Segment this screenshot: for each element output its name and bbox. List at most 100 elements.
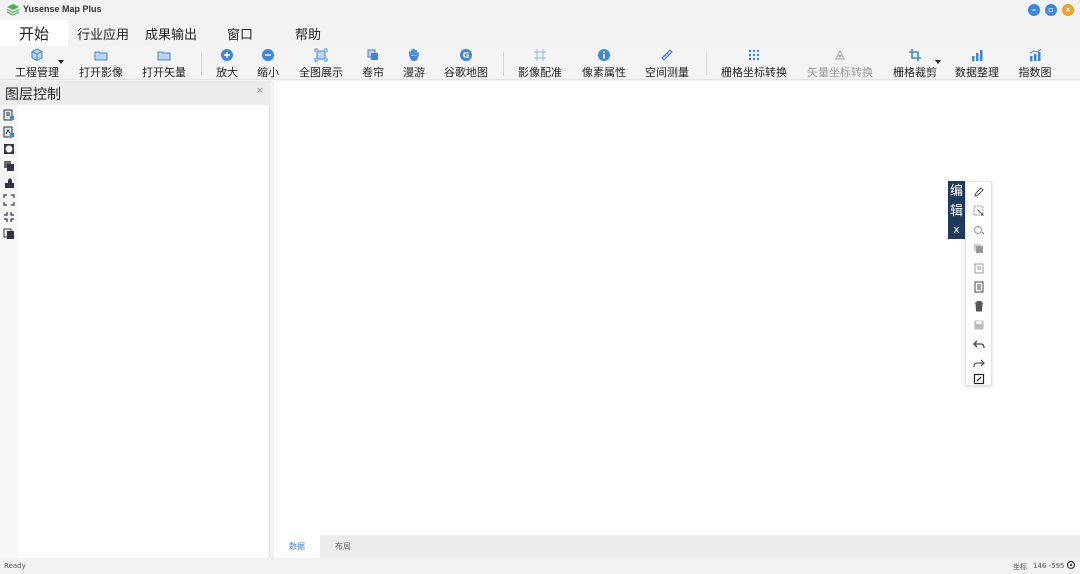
layer-control-panel: 图层控制 ×	[0, 81, 270, 558]
toolbar-divider	[503, 52, 504, 76]
extent-icon[interactable]	[3, 194, 15, 206]
tab-start[interactable]: 开始	[0, 20, 68, 46]
vector-coord-transform-label: 矢量坐标转换	[807, 66, 873, 79]
layers-icon[interactable]	[973, 243, 985, 255]
edit-box-icon[interactable]	[973, 373, 985, 385]
bar-chart-icon	[970, 48, 984, 62]
menu-bar: 开始 行业应用 成果输出 窗口 帮助	[0, 20, 1080, 46]
info-icon	[597, 48, 611, 62]
undo-icon[interactable]	[973, 338, 985, 350]
google-map-icon: G	[459, 48, 473, 62]
title-bar: Yusense Map Plus – ▫ ×	[0, 0, 1080, 20]
trash-icon[interactable]	[973, 300, 985, 312]
full-extent-label: 全图展示	[299, 66, 343, 79]
copy-icon[interactable]	[3, 228, 15, 240]
data-organize-label: 数据整理	[955, 66, 999, 79]
collapse-icon[interactable]	[3, 211, 15, 223]
tab-layout[interactable]: 布局	[320, 535, 366, 558]
grid-dots-icon	[747, 48, 761, 62]
folder-image-icon	[94, 48, 108, 62]
open-image-button[interactable]: 打开影像	[76, 46, 126, 80]
google-map-button[interactable]: G 谷歌地图	[441, 46, 491, 80]
globe-icon[interactable]	[3, 143, 15, 155]
open-image-label: 打开影像	[79, 66, 123, 79]
map-canvas[interactable]	[274, 81, 1080, 535]
pixel-attribute-button[interactable]: 像素属性	[579, 46, 629, 80]
select-arrow-icon[interactable]	[973, 205, 985, 217]
app-logo-icon	[6, 4, 20, 16]
close-button[interactable]: ×	[1062, 4, 1074, 16]
edit-title-1: 编	[949, 184, 963, 199]
paint-icon[interactable]	[3, 177, 15, 189]
close-icon[interactable]: ×	[256, 86, 264, 96]
zoom-out-button[interactable]: 缩小	[253, 46, 283, 80]
open-vector-button[interactable]: 打开矢量	[139, 46, 189, 80]
add-layer-icon[interactable]	[3, 109, 15, 121]
settings-icon[interactable]	[1066, 560, 1076, 570]
maximize-button[interactable]: ▫	[1045, 4, 1057, 16]
edit-panel-tab[interactable]: 编 辑 x	[948, 181, 965, 239]
swipe-label: 卷帘	[362, 66, 384, 79]
app-title: Yusense Map Plus	[23, 4, 102, 14]
zoom-out-icon	[261, 48, 275, 62]
project-manage-label: 工程管理	[15, 66, 59, 79]
minimize-button[interactable]: –	[1028, 4, 1040, 16]
swipe-icon	[366, 48, 380, 62]
data-organize-button[interactable]: 数据整理	[952, 46, 1002, 80]
spatial-measure-label: 空间测量	[645, 66, 689, 79]
vector-coord-transform-button[interactable]: 矢量坐标转换	[803, 46, 877, 80]
rotate-icon[interactable]	[973, 224, 985, 236]
tab-help[interactable]: 帮助	[286, 20, 330, 46]
svg-text:G: G	[463, 51, 470, 60]
zoom-in-button[interactable]: 放大	[212, 46, 242, 80]
full-extent-button[interactable]: 全图展示	[296, 46, 346, 80]
status-bar: Ready 坐标 146 -595	[0, 558, 1080, 574]
project-manage-dropdown-icon[interactable]	[58, 60, 64, 64]
redo-icon[interactable]	[973, 357, 985, 369]
save-icon[interactable]	[973, 319, 985, 331]
crop-icon	[908, 48, 922, 62]
pencil-icon[interactable]	[973, 186, 985, 198]
ribbon-toolbar: 工程管理 打开影像 打开矢量 放大 缩小 全图展示 卷帘 漫游 G 谷歌地图 影…	[0, 46, 1080, 80]
clipboard-icon[interactable]	[973, 262, 985, 274]
open-vector-label: 打开矢量	[142, 66, 186, 79]
ruler-icon	[660, 48, 674, 62]
raster-clip-button[interactable]: 栅格裁剪	[890, 46, 940, 80]
edit-close-icon[interactable]: x	[953, 223, 960, 236]
raster-clip-label: 栅格裁剪	[893, 66, 937, 79]
pan-label: 漫游	[403, 66, 425, 79]
index-chart-label: 指数图	[1018, 66, 1052, 79]
toolbar-divider	[201, 52, 202, 76]
project-manage-button[interactable]: 工程管理	[12, 46, 62, 80]
full-extent-icon	[314, 48, 328, 62]
coordinate-label: 坐标	[1013, 563, 1027, 571]
index-chart-icon	[1028, 48, 1042, 62]
zoom-in-label: 放大	[216, 66, 238, 79]
maximize-icon: ▫	[1048, 5, 1054, 14]
status-text: Ready	[4, 562, 26, 570]
paste-icon[interactable]	[973, 281, 985, 293]
tab-industry[interactable]: 行业应用	[72, 20, 134, 46]
index-chart-button[interactable]: 指数图	[1015, 46, 1055, 80]
raster-coord-transform-button[interactable]: 栅格坐标转换	[717, 46, 791, 80]
spatial-measure-button[interactable]: 空间测量	[642, 46, 692, 80]
raster-clip-dropdown-icon[interactable]	[935, 60, 941, 64]
tab-window[interactable]: 窗口	[218, 20, 262, 46]
coordinate-value: 146 -595	[1033, 562, 1065, 570]
tab-data[interactable]: 数据	[274, 535, 320, 558]
google-map-label: 谷歌地图	[444, 66, 488, 79]
folder-vector-icon	[157, 48, 171, 62]
zoom-in-icon	[220, 48, 234, 62]
zoom-out-label: 缩小	[257, 66, 279, 79]
edit-title-2: 辑	[949, 204, 963, 219]
registration-icon	[533, 48, 547, 62]
cube-icon	[30, 48, 44, 62]
add-vector-icon[interactable]	[3, 126, 15, 138]
swipe-button[interactable]: 卷帘	[358, 46, 388, 80]
stack-icon[interactable]	[3, 160, 15, 172]
minimize-icon: –	[1032, 5, 1036, 14]
raster-coord-transform-label: 栅格坐标转换	[721, 66, 787, 79]
pan-button[interactable]: 漫游	[399, 46, 429, 80]
tab-output[interactable]: 成果输出	[140, 20, 202, 46]
image-registration-button[interactable]: 影像配准	[515, 46, 565, 80]
